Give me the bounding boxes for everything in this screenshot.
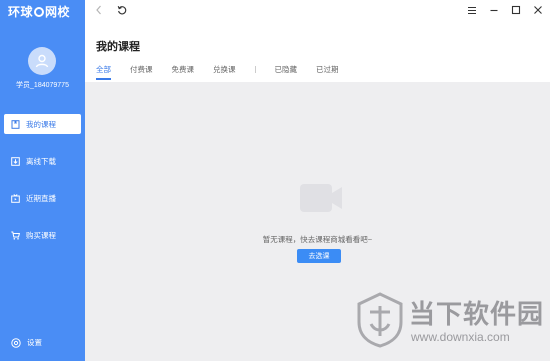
refresh-button[interactable] bbox=[116, 4, 128, 16]
logo-text-right: 网校 bbox=[45, 5, 71, 19]
sidebar-item-offline-download[interactable]: 离线下载 bbox=[4, 151, 81, 171]
tab-all[interactable]: 全部 bbox=[96, 64, 111, 80]
sidebar-item-label: 我的课程 bbox=[26, 119, 56, 129]
app-window: 环球 网校 学员_184079775 我的课程 离线下载 近期直播 购买课程 设… bbox=[0, 0, 550, 361]
tab-paid[interactable]: 付费课 bbox=[130, 64, 153, 75]
gear-icon bbox=[11, 337, 21, 348]
tab-redeemed[interactable]: 兑换课 bbox=[213, 64, 236, 75]
title-bar bbox=[85, 0, 550, 22]
logo-ring-icon bbox=[34, 7, 45, 17]
page-title: 我的课程 bbox=[96, 41, 140, 53]
course-tabs: 全部 付费课 免费课 兑换课 已隐藏 已过期 bbox=[96, 64, 358, 80]
watermark-url: www.downxia.com bbox=[411, 330, 510, 344]
choose-course-button[interactable]: 去选课 bbox=[297, 249, 341, 263]
refresh-icon bbox=[117, 5, 127, 15]
sidebar-item-buy-courses[interactable]: 购买课程 bbox=[4, 225, 81, 245]
settings-button[interactable]: 设置 bbox=[11, 337, 42, 348]
back-button[interactable] bbox=[93, 4, 105, 16]
sidebar-item-label: 离线下载 bbox=[26, 156, 56, 166]
tab-hidden[interactable]: 已隐藏 bbox=[275, 64, 298, 75]
app-logo: 环球 网校 bbox=[8, 3, 70, 20]
live-tv-icon bbox=[11, 193, 20, 203]
chevron-left-icon bbox=[96, 5, 101, 15]
sidebar-item-my-courses[interactable]: 我的课程 bbox=[4, 114, 81, 134]
minimize-icon bbox=[490, 9, 498, 12]
maximize-button[interactable] bbox=[510, 4, 522, 16]
tab-free[interactable]: 免费课 bbox=[172, 64, 195, 75]
download-icon bbox=[11, 156, 20, 166]
close-icon bbox=[534, 6, 542, 14]
avatar[interactable] bbox=[28, 47, 56, 75]
sidebar-nav: 我的课程 离线下载 近期直播 购买课程 bbox=[0, 114, 85, 262]
watermark: 当下软件园 www.downxia.com bbox=[355, 292, 545, 352]
tab-divider bbox=[254, 66, 256, 73]
settings-label: 设置 bbox=[27, 338, 42, 347]
video-camera-icon bbox=[300, 184, 342, 212]
cart-icon bbox=[11, 231, 20, 240]
sidebar-item-recent-live[interactable]: 近期直播 bbox=[4, 188, 81, 208]
watermark-name: 当下软件园 bbox=[409, 299, 545, 329]
sidebar-item-label: 近期直播 bbox=[26, 193, 56, 203]
logo-text-left: 环球 bbox=[8, 5, 34, 19]
empty-state-message: 暂无课程，快去课程商城看看吧~ bbox=[262, 235, 373, 244]
username: 学员_184079775 bbox=[16, 82, 69, 89]
sidebar-item-label: 购买课程 bbox=[26, 230, 56, 240]
close-button[interactable] bbox=[532, 4, 544, 16]
menu-icon bbox=[468, 6, 476, 14]
watermark-logo-icon bbox=[357, 292, 403, 348]
book-icon bbox=[11, 119, 20, 129]
minimize-button[interactable] bbox=[488, 4, 500, 16]
menu-button[interactable] bbox=[466, 4, 478, 16]
tab-expired[interactable]: 已过期 bbox=[316, 64, 339, 75]
user-icon bbox=[35, 54, 49, 68]
sidebar: 环球 网校 学员_184079775 我的课程 离线下载 近期直播 购买课程 设… bbox=[0, 0, 85, 361]
maximize-icon bbox=[511, 5, 521, 15]
